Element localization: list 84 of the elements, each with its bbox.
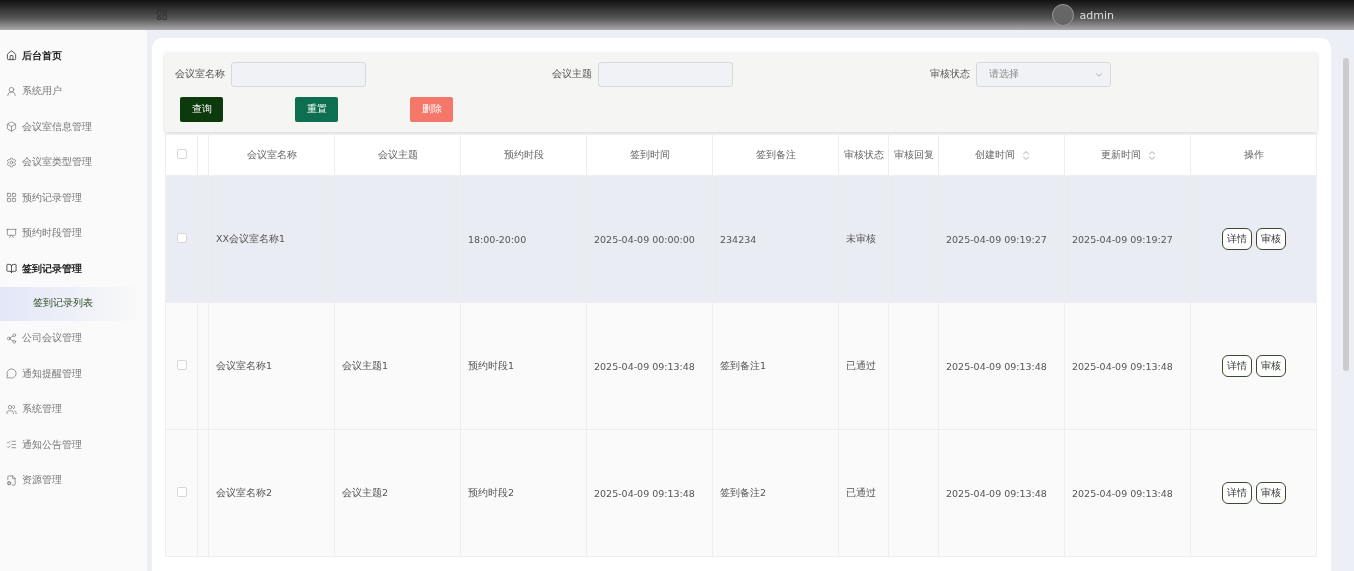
table-cell: 会议主题1 <box>342 359 389 371</box>
column-header: 签到时间 <box>629 148 670 160</box>
table-cell: 18:00-20:00 <box>468 233 527 245</box>
book-icon <box>6 263 17 275</box>
checkbox[interactable] <box>176 233 187 243</box>
table-cell: 2025-04-09 09:13:48 <box>594 487 695 499</box>
table-cell: 234234 <box>720 233 757 245</box>
table-cell: 已通过 <box>846 486 876 498</box>
sidebar-item[interactable]: 公司会议管理 <box>0 320 147 356</box>
table-cell: 已通过 <box>846 359 876 371</box>
dashboard-icon[interactable] <box>156 9 168 21</box>
user-avatar[interactable] <box>1051 4 1074 26</box>
table-row[interactable]: 会议室名称1 会议主题1 预约时段1 2025-04-09 09:13:48 签到备注1 已通过 2025-04-09 09:13:48 2025-04-09 09:13:48 详情 审核 <box>165 302 1317 430</box>
table-cell: 2025-04-09 09:13:48 <box>946 360 1047 372</box>
table-cell: 2025-04-09 09:13:48 <box>946 487 1047 499</box>
review-button[interactable]: 审核 <box>1255 355 1286 377</box>
chat-bubble-icon <box>6 368 17 380</box>
filter-label: 审核状态 <box>929 68 970 81</box>
sidebar-item[interactable]: 签到记录管理 <box>0 251 147 287</box>
details-button[interactable]: 详情 <box>1221 228 1252 250</box>
cube-icon <box>6 121 17 133</box>
details-button[interactable]: 详情 <box>1221 355 1252 377</box>
table-cell: 未审核 <box>846 232 876 244</box>
house-icon <box>6 50 17 62</box>
sidebar-item[interactable]: 会议室信息管理 <box>0 109 147 145</box>
table-cell: 预约时段1 <box>468 359 515 371</box>
review-button[interactable]: 审核 <box>1255 228 1286 250</box>
sidebar-item[interactable]: 通知提醒管理 <box>0 356 147 392</box>
column-header: 更新时间 <box>1100 148 1141 160</box>
sidebar-item[interactable]: 后台首页 <box>0 38 147 74</box>
checkbox[interactable] <box>176 487 187 497</box>
table-cell: 签到备注1 <box>720 359 767 371</box>
column-header: 会议室名称 <box>246 148 297 160</box>
table-row[interactable]: 会议室名称2 会议主题2 预约时段2 2025-04-09 09:13:48 签到备注2 已通过 2025-04-09 09:13:48 2025-04-09 09:13:48 详情 审核 <box>165 429 1317 557</box>
sidebar-item[interactable]: 资源管理 <box>0 462 147 498</box>
file-gear-icon <box>6 474 17 486</box>
sort-icon[interactable] <box>1148 150 1155 160</box>
scrollbar[interactable] <box>1343 58 1349 371</box>
input-field[interactable] <box>231 62 366 87</box>
reset-button[interactable]: 重置 <box>295 97 338 122</box>
sidebar-item[interactable]: 预约时段管理 <box>0 215 147 251</box>
grid-icon <box>6 192 17 204</box>
share-icon <box>6 332 17 344</box>
column-header: 签到备注 <box>755 148 796 160</box>
column-header: 会议主题 <box>377 148 418 160</box>
board-icon <box>6 227 17 239</box>
table-cell: 签到备注2 <box>720 486 767 498</box>
column-header: 审核状态 <box>843 148 884 160</box>
table-cell: 2025-04-09 09:19:27 <box>1072 233 1173 245</box>
users-icon <box>6 403 17 415</box>
select-field[interactable]: 请选择 <box>975 62 1111 87</box>
gear-icon <box>6 156 17 168</box>
input-field[interactable] <box>598 62 734 87</box>
table-cell: 2025-04-09 09:13:48 <box>594 360 695 372</box>
table-cell: 2025-04-09 00:00:00 <box>594 233 695 245</box>
sidebar-item[interactable]: 通知公告管理 <box>0 427 147 463</box>
table-row[interactable]: XX会议室名称1 18:00-20:00 2025-04-09 00:00:00 234234 未审核 2025-04-09 09:19:27 2025-04-09 09:19:27 详情 审核 <box>165 175 1317 303</box>
table-cell: XX会议室名称1 <box>216 232 286 244</box>
table-cell: 2025-04-09 09:19:27 <box>946 233 1047 245</box>
filter-label: 会议室名称 <box>175 68 225 81</box>
checkbox[interactable] <box>176 360 187 370</box>
user-icon <box>6 85 17 97</box>
sidebar-item[interactable]: 会议室类型管理 <box>0 144 147 180</box>
column-header: 审核回复 <box>893 148 934 160</box>
query-button[interactable]: 查询 <box>180 97 223 122</box>
table-cell: 2025-04-09 09:13:48 <box>1072 360 1173 372</box>
table-cell: 会议室名称2 <box>216 486 273 498</box>
user-name[interactable]: admin <box>1079 8 1114 22</box>
column-header: 创建时间 <box>974 148 1015 160</box>
table-cell: 2025-04-09 09:13:48 <box>1072 487 1173 499</box>
column-header: 操作 <box>1243 148 1264 160</box>
checklist-icon <box>6 439 17 451</box>
checkbox[interactable] <box>176 149 187 159</box>
table-cell: 会议主题2 <box>342 486 389 498</box>
sidebar-item[interactable]: 预约记录管理 <box>0 180 147 216</box>
column-header: 预约时段 <box>503 148 544 160</box>
sidebar-item[interactable]: 系统管理 <box>0 391 147 427</box>
table-cell: 会议室名称1 <box>216 359 273 371</box>
filter-label: 会议主题 <box>552 68 593 81</box>
details-button[interactable]: 详情 <box>1221 482 1252 504</box>
sidebar-item[interactable]: 系统用户 <box>0 73 147 109</box>
review-button[interactable]: 审核 <box>1255 482 1286 504</box>
sort-icon[interactable] <box>1022 150 1029 160</box>
table-cell: 预约时段2 <box>468 486 515 498</box>
